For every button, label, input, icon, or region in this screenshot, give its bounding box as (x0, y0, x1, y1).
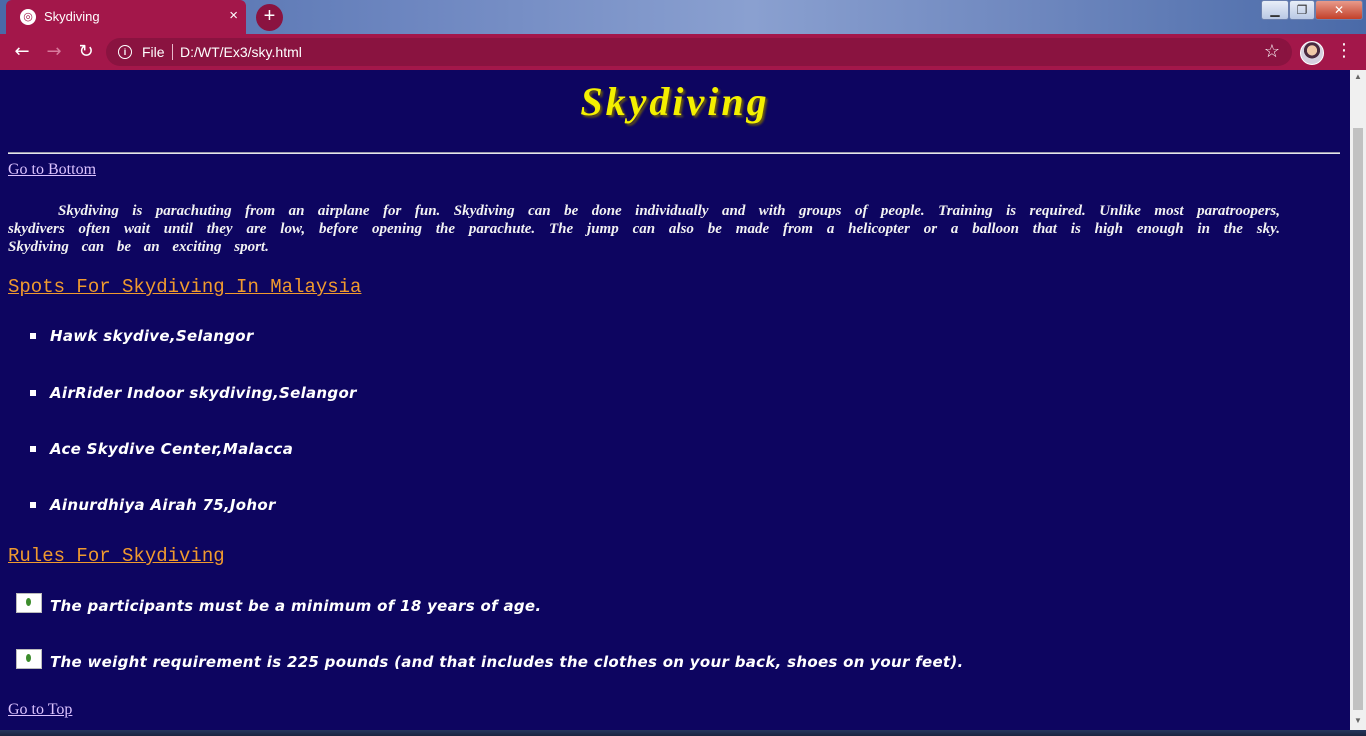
rules-heading: Rules For Skydiving (8, 545, 225, 567)
close-window-button[interactable]: ✕ (1315, 0, 1363, 20)
square-bullet-icon (30, 390, 36, 396)
square-bullet-icon (30, 333, 36, 339)
scroll-down-icon[interactable]: ▼ (1350, 716, 1366, 725)
list-item: AirRider Indoor skydiving,Selangor (50, 384, 357, 402)
back-arrow-icon[interactable]: ← (10, 41, 34, 63)
maximize-button[interactable]: ❐ (1289, 0, 1315, 20)
leaf-bullet-icon (16, 593, 42, 613)
new-tab-button[interactable]: + (256, 4, 283, 31)
browser-tab[interactable]: ◎ Skydiving × (6, 0, 246, 34)
minimize-button[interactable]: ▁ (1261, 0, 1289, 20)
list-item: Ainurdhiya Airah 75,Johor (50, 496, 276, 514)
window-titlebar: ◎ Skydiving × + ▁ ❐ ✕ (0, 0, 1366, 34)
tab-title: Skydiving (44, 9, 100, 24)
leaf-bullet-icon (16, 649, 42, 669)
star-icon[interactable]: ☆ (1264, 41, 1280, 62)
os-taskbar (0, 730, 1366, 736)
file-scheme-label: File (142, 44, 165, 60)
url-text[interactable]: D:/WT/Ex3/sky.html (180, 44, 302, 60)
info-icon[interactable]: i (118, 45, 132, 59)
vertical-scrollbar[interactable]: ▲ ▼ (1350, 70, 1366, 730)
profile-avatar[interactable] (1300, 41, 1324, 65)
forward-arrow-icon[interactable]: → (42, 41, 66, 63)
rule-item: The participants must be a minimum of 18… (50, 597, 542, 615)
square-bullet-icon (30, 446, 36, 452)
page-content: Skydiving Go to Bottom Skydiving is para… (0, 70, 1350, 730)
kebab-menu-icon[interactable]: ⋮ (1334, 40, 1354, 61)
address-separator (172, 44, 173, 60)
reload-icon[interactable]: ↻ (74, 41, 98, 63)
rule-item: The weight requirement is 225 pounds (an… (50, 653, 964, 671)
browser-toolbar: ← → ↻ i File D:/WT/Ex3/sky.html ☆ ⋮ (0, 34, 1366, 70)
list-item: Hawk skydive,Selangor (50, 327, 254, 345)
go-to-top-link[interactable]: Go to Top (8, 701, 72, 719)
globe-icon: ◎ (20, 9, 36, 25)
tab-close-icon[interactable]: × (229, 7, 238, 24)
go-to-bottom-link[interactable]: Go to Bottom (8, 161, 96, 179)
page-heading: Skydiving (580, 79, 770, 124)
scrollbar-thumb[interactable] (1353, 128, 1363, 710)
spots-heading: Spots For Skydiving In Malaysia (8, 276, 362, 298)
square-bullet-icon (30, 502, 36, 508)
list-item: Ace Skydive Center,Malacca (50, 440, 294, 458)
scroll-up-icon[interactable]: ▲ (1350, 72, 1366, 81)
horizontal-rule (8, 152, 1340, 154)
intro-paragraph: Skydiving is parachuting from an airplan… (8, 203, 1280, 255)
address-bar[interactable]: i File D:/WT/Ex3/sky.html ☆ (106, 38, 1292, 66)
